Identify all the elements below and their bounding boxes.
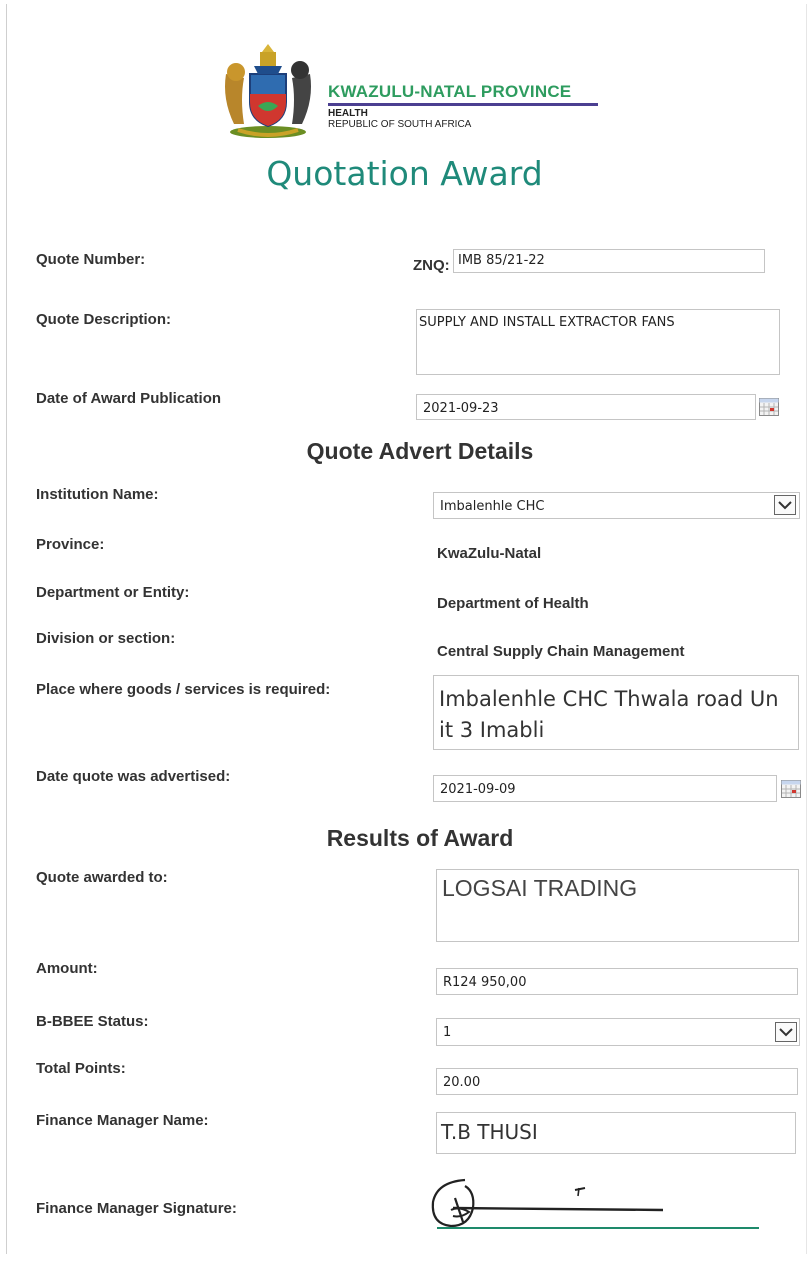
- bbbee-label: B-BBEE Status:: [36, 1013, 149, 1030]
- bbbee-select[interactable]: 1: [436, 1018, 800, 1046]
- total-points-field[interactable]: 20.00: [436, 1068, 798, 1095]
- place-field[interactable]: Imbalenhle CHC Thwala road Un it 3 Imabl…: [433, 675, 799, 750]
- brand-rule: [328, 103, 598, 106]
- bbbee-selected-value: 1: [443, 1025, 452, 1040]
- brand-block: KWAZULU-NATAL PROVINCE HEALTH REPUBLIC O…: [328, 82, 598, 130]
- institution-label: Institution Name:: [36, 486, 159, 503]
- total-points-label: Total Points:: [36, 1060, 126, 1077]
- award-date-label: Date of Award Publication: [36, 390, 222, 407]
- place-line-1: Imbalenhle CHC Thwala road Un: [439, 687, 779, 711]
- institution-select[interactable]: Imbalenhle CHC: [433, 492, 800, 519]
- signature-icon: [431, 1178, 664, 1228]
- quote-description-label: Quote Description:: [36, 311, 172, 328]
- quote-number-field[interactable]: IMB 85/21-22: [453, 249, 765, 273]
- province-name: KWAZULU-NATAL PROVINCE: [328, 82, 572, 101]
- advertised-date-label: Date quote was advertised:: [36, 768, 231, 785]
- place-label: Place where goods / services is required…: [36, 681, 331, 698]
- place-line-2: it 3 Imabli: [439, 718, 545, 742]
- institution-selected-value: Imbalenhle CHC: [440, 499, 545, 514]
- quote-number-label: Quote Number:: [36, 251, 146, 268]
- results-section-heading: Results of Award: [326, 825, 514, 851]
- quote-number-prefix: ZNQ:: [413, 257, 450, 274]
- department-label: Department or Entity:: [36, 584, 190, 601]
- advert-section-heading: Quote Advert Details: [306, 438, 534, 464]
- finance-manager-label: Finance Manager Name:: [36, 1112, 209, 1129]
- awarded-to-label: Quote awarded to:: [36, 869, 168, 886]
- division-label: Division or section:: [36, 630, 176, 647]
- chevron-down-icon[interactable]: [775, 1022, 797, 1042]
- department-line: HEALTH: [328, 108, 368, 119]
- amount-label: Amount:: [36, 960, 98, 977]
- finance-manager-field[interactable]: T.B THUSI: [436, 1112, 796, 1154]
- page-title: Quotation Award: [266, 154, 543, 193]
- advertised-date-field[interactable]: 2021-09-09: [433, 775, 777, 802]
- country-line: REPUBLIC OF SOUTH AFRICA: [328, 119, 472, 130]
- calendar-icon[interactable]: [781, 780, 801, 798]
- province-label: Province:: [36, 536, 105, 553]
- signature-line: [437, 1227, 759, 1229]
- letterhead: KWAZULU-NATAL PROVINCE HEALTH REPUBLIC O…: [218, 44, 608, 144]
- amount-field[interactable]: R124 950,00: [436, 968, 798, 995]
- quote-description-field[interactable]: SUPPLY AND INSTALL EXTRACTOR FANS: [416, 309, 780, 375]
- coat-of-arms-icon: [225, 44, 311, 138]
- province-value: KwaZulu-Natal: [437, 545, 542, 562]
- signature-label: Finance Manager Signature:: [36, 1200, 237, 1217]
- chevron-down-icon[interactable]: [774, 495, 796, 515]
- awarded-to-field[interactable]: LOGSAI TRADING: [436, 869, 799, 942]
- award-date-field[interactable]: 2021-09-23: [416, 394, 756, 420]
- calendar-icon[interactable]: [759, 398, 779, 416]
- department-value: Department of Health: [437, 595, 589, 612]
- division-value: Central Supply Chain Management: [437, 643, 685, 660]
